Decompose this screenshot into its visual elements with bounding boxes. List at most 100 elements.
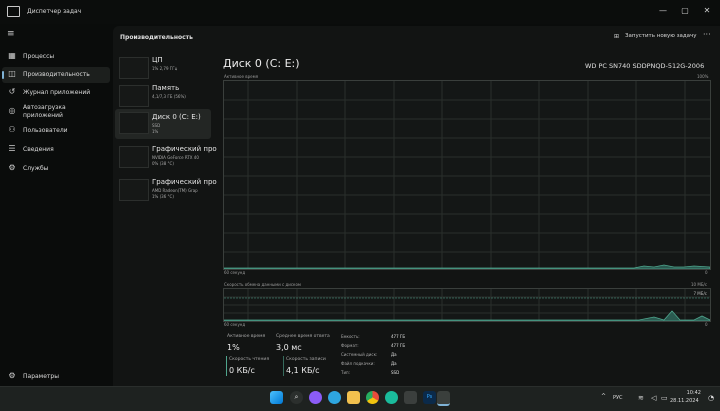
graph2-label: Скорость обмена данными с диском [224,282,301,287]
sidebar-item-label: Производительность [23,71,90,78]
device-sub: 1% [152,129,159,134]
prop-format-value: 477 ГБ [391,343,406,348]
battery-icon[interactable]: ▭ [661,394,668,402]
prop-pagefile-value: Да [391,361,397,366]
device-name: Диск 0 (C: E:) [152,113,201,121]
sidebar-item-settings[interactable]: ⚙ Параметры [2,369,110,385]
prop-system-disk-value: Да [391,352,397,357]
wifi-icon[interactable]: ≋ [638,394,644,402]
run-new-task-button[interactable]: Запустить новую задачу [625,33,697,39]
cpu-thumbnail [119,57,149,79]
device-sub: NVIDIA GeForce RTX 40 [152,155,199,160]
write-speed-label: Скорость записи [286,357,326,362]
prop-system-disk-label: Системный диск: [341,352,378,357]
sidebar-item-app-history[interactable]: ↺ Журнал приложений [2,85,110,101]
active-time-graph-svg [224,81,710,269]
taskbar [0,386,720,411]
device-item-gpu1[interactable]: Графический про AMD Radeon(TM) Grap 1% (… [115,176,217,206]
graph1-label: Активное время [224,74,259,79]
page-title: Производительность [120,34,193,41]
telegram-icon[interactable] [328,391,341,404]
minimize-icon[interactable]: — [656,4,670,18]
processes-icon: ▦ [8,51,16,60]
history-icon: ↺ [8,87,16,96]
device-item-memory[interactable]: Память 4,1/7,3 ГБ (56%) [115,82,211,112]
graph1-max: 100% [697,74,709,79]
device-sub: SSD [152,123,161,128]
taskmanager-app-icon [7,6,20,17]
sidebar-item-services[interactable]: ⚙ Службы [2,161,110,177]
sidebar-item-details[interactable]: ☰ Сведения [2,142,110,158]
graph1-time-label: 60 секунд [224,270,246,275]
device-name: ЦП [152,56,163,64]
search-icon[interactable]: ⌕ [290,391,303,404]
notification-icon[interactable]: ◔ [708,394,714,402]
graph2-time-label: 60 секунд [224,322,246,327]
more-options-button[interactable]: ··· [703,30,711,39]
active-time-graph [223,80,711,270]
prop-format-label: Формат: [341,343,359,348]
language-indicator[interactable]: РУС [613,395,623,401]
clock-time[interactable]: 10:42 [681,390,701,396]
disk-thumbnail [119,112,149,134]
graph1-min: 0 [705,270,708,275]
edge-icon[interactable] [309,391,322,404]
active-indicator [2,71,4,79]
device-name: Графический про [152,178,217,186]
sidebar-item-startup[interactable]: ◎ Автозагрузка приложений [2,104,110,120]
memory-thumbnail [119,85,149,107]
services-icon: ⚙ [8,163,16,172]
title-bar [0,0,720,24]
volume-icon[interactable]: ◁ [651,394,656,402]
device-item-gpu0[interactable]: Графический про NVIDIA GeForce RTX 40 0%… [115,143,217,173]
read-indicator [226,356,227,376]
sidebar-item-label: Сведения [23,146,54,153]
maximize-icon[interactable]: ▢ [678,4,692,18]
sidebar-item-label: Параметры [23,373,59,380]
device-item-cpu[interactable]: ЦП 1% 2,79 ГГц [115,54,211,84]
gear-icon: ⚙ [8,371,16,380]
performance-icon: ◫ [8,69,16,78]
sidebar-item-performance[interactable]: ◫ Производительность [2,67,110,83]
prop-capacity-value: 477 ГБ [391,334,406,339]
sidebar-item-label: Процессы [23,53,55,60]
chevron-up-icon[interactable]: ^ [601,393,606,400]
sidebar-item-label: Службы [23,165,49,172]
disk-model: WD PC SN740 SDDPNQD-512G-2006 [585,62,705,70]
chrome-icon[interactable] [366,391,379,404]
xbox-icon[interactable] [404,391,417,404]
window-title: Диспетчер задач [27,8,82,15]
active-time-stat-value: 1% [227,343,240,352]
device-sub: AMD Radeon(TM) Grap [152,188,198,193]
device-sub: 1% 2,79 ГГц [152,66,178,71]
run-task-icon: ⊞ [614,33,620,40]
device-sub: 0% (38 °C) [152,161,174,166]
hamburger-menu-icon[interactable]: ≡ [7,29,15,39]
details-icon: ☰ [8,144,16,153]
startup-icon: ◎ [8,106,16,115]
sidebar-item-label: Автозагрузка приложений [23,104,66,119]
device-item-disk[interactable]: Диск 0 (C: E:) SSD 1% [115,109,211,139]
prop-type-value: SSD [391,370,400,375]
read-speed-label: Скорость чтения [229,357,270,362]
clock-date[interactable]: 28.11.2024 [670,398,699,404]
response-time-stat-value: 3,0 мс [276,343,302,352]
write-speed-value: 4,1 КБ/с [286,366,320,375]
sidebar-item-processes[interactable]: ▦ Процессы [2,49,110,65]
gpu-thumbnail [119,146,149,168]
device-sub: 1% (36 °C) [152,194,174,199]
close-icon[interactable]: ✕ [700,4,714,18]
device-sub: 4,1/7,3 ГБ (56%) [152,94,186,99]
photoshop-icon[interactable]: Ps [423,391,436,404]
sidebar-item-label: Пользователи [23,127,68,134]
explorer-icon[interactable] [347,391,360,404]
device-name: Память [152,84,180,92]
write-indicator [283,356,284,376]
active-time-stat-label: Активное время [227,334,266,339]
prop-pagefile-label: Файл подкачки: [341,361,375,366]
taskmanager-icon[interactable] [437,391,450,406]
graph2-min: 0 [705,322,708,327]
windows-icon[interactable] [270,391,283,404]
store-icon[interactable] [385,391,398,404]
sidebar-item-users[interactable]: ⚇ Пользователи [2,123,110,139]
